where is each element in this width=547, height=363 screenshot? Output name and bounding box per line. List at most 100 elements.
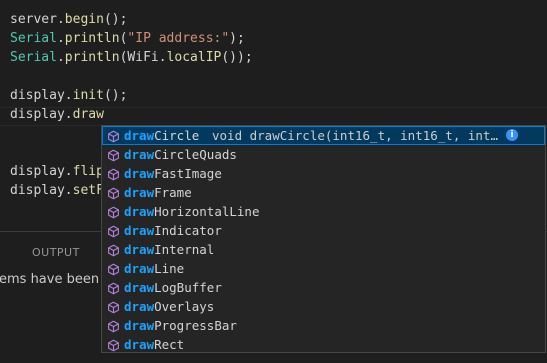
- suggestion-item[interactable]: drawInternal: [102, 240, 545, 259]
- suggestion-match: draw: [124, 185, 155, 200]
- suggestion-label: drawFrame: [124, 183, 192, 202]
- code-token: setF: [72, 183, 104, 198]
- suggestion-label: drawRect: [124, 335, 185, 352]
- suggestion-label: drawProgressBar: [124, 316, 237, 335]
- suggestion-match: draw: [124, 242, 155, 257]
- code-token: display: [10, 88, 65, 103]
- suggestion-item[interactable]: drawLine: [102, 259, 545, 278]
- code-token: .: [64, 107, 73, 122]
- code-line: display.flip: [10, 162, 104, 181]
- suggestion-label: drawLine: [124, 259, 184, 278]
- suggestion-rest: Circle: [154, 128, 200, 143]
- suggestion-match: draw: [124, 128, 155, 143]
- suggestion-label: drawCircle: [124, 126, 199, 145]
- code-token: display: [10, 107, 65, 122]
- suggestion-label: drawCircleQuads: [124, 145, 237, 164]
- method-icon: [107, 243, 120, 257]
- suggestion-item[interactable]: drawFastImage: [102, 164, 545, 183]
- method-icon: [107, 281, 120, 295]
- code-token: .: [64, 88, 73, 103]
- code-token: ();: [103, 12, 128, 27]
- method-icon: [107, 129, 120, 143]
- code-token: localIP: [166, 50, 222, 65]
- code-token: .: [56, 12, 65, 27]
- code-token: Serial: [10, 31, 57, 46]
- method-icon: [107, 205, 120, 219]
- tab-output[interactable]: OUTPUT: [32, 246, 80, 259]
- code-token: Serial: [10, 50, 57, 65]
- suggestion-label: drawInternal: [124, 240, 214, 259]
- suggestion-rest: Frame: [154, 185, 192, 200]
- suggestion-rest: Indicator: [154, 223, 222, 238]
- suggestion-label: drawLogBuffer: [124, 278, 222, 297]
- code-line: server.begin();: [10, 10, 127, 29]
- info-icon[interactable]: i: [506, 129, 518, 141]
- code-line: Serial.println(WiFi.localIP());: [10, 48, 253, 67]
- suggestion-widget[interactable]: drawCircle void drawCircle(int16_t, int16…: [101, 125, 546, 353]
- code-token: ());: [221, 50, 253, 65]
- code-token: .: [64, 164, 73, 179]
- method-icon: [107, 186, 120, 200]
- code-token: server: [10, 12, 57, 27]
- suggestion-label: drawFastImage: [124, 164, 222, 183]
- method-icon: [107, 224, 120, 238]
- code-token: .: [158, 50, 167, 65]
- method-icon: [107, 300, 120, 314]
- code-line: display.draw: [10, 105, 104, 124]
- suggestion-detail: void drawCircle(int16_t, int16_t, int…: [212, 128, 498, 143]
- code-token: .: [64, 183, 73, 198]
- suggestion-rest: Line: [154, 261, 185, 276]
- method-icon: [107, 167, 120, 181]
- suggestion-label: drawOverlays: [124, 297, 214, 316]
- code-token: draw: [72, 107, 104, 122]
- suggestion-item[interactable]: drawCircleQuads: [102, 145, 545, 164]
- suggestion-rest: Overlays: [154, 299, 215, 314]
- suggestion-item[interactable]: drawFrame: [102, 183, 545, 202]
- suggestion-item[interactable]: drawCircle void drawCircle(int16_t, int16…: [102, 126, 545, 145]
- suggestion-rest: CircleQuads: [154, 147, 237, 162]
- code-token: ();: [103, 88, 128, 103]
- code-token: display: [10, 164, 65, 179]
- suggestion-label: drawHorizontalLine: [124, 202, 259, 221]
- method-icon: [107, 262, 120, 276]
- code-token: WiFi: [127, 50, 159, 65]
- code-token: println: [64, 31, 120, 46]
- suggestion-rest: FastImage: [154, 166, 222, 181]
- code-token: display: [10, 183, 65, 198]
- code-token: );: [229, 31, 245, 46]
- suggestion-match: draw: [124, 318, 155, 333]
- suggestion-match: draw: [124, 280, 155, 295]
- code-token: init: [72, 88, 104, 103]
- suggestion-rest: LogBuffer: [154, 280, 222, 295]
- suggestion-label: drawIndicator: [124, 221, 222, 240]
- suggestion-match: draw: [124, 223, 155, 238]
- suggestion-item[interactable]: drawRect: [102, 335, 545, 352]
- suggestion-item[interactable]: drawHorizontalLine: [102, 202, 545, 221]
- suggestion-item[interactable]: drawOverlays: [102, 297, 545, 316]
- suggestion-match: draw: [124, 166, 155, 181]
- suggestion-rest: Internal: [154, 242, 215, 257]
- code-token: .: [56, 31, 65, 46]
- code-token: println: [64, 50, 120, 65]
- code-line: display.setF: [10, 181, 104, 200]
- code-line: Serial.println("IP address:");: [10, 29, 245, 48]
- suggestion-item[interactable]: drawIndicator: [102, 221, 545, 240]
- suggestion-match: draw: [124, 261, 155, 276]
- code-line: display.init();: [10, 86, 127, 105]
- method-icon: [107, 148, 120, 162]
- method-icon: [107, 319, 120, 333]
- code-token: begin: [64, 12, 104, 27]
- code-token: .: [56, 50, 65, 65]
- suggestion-match: draw: [124, 337, 155, 352]
- method-icon: [107, 338, 120, 352]
- suggestion-rest: HorizontalLine: [154, 204, 260, 219]
- suggestion-match: draw: [124, 299, 155, 314]
- suggestion-match: draw: [124, 204, 155, 219]
- suggestion-item[interactable]: drawLogBuffer: [102, 278, 545, 297]
- suggestion-rest: Rect: [154, 337, 185, 352]
- suggestion-match: draw: [124, 147, 155, 162]
- code-token: "IP address:": [127, 31, 230, 46]
- suggestion-rest: ProgressBar: [154, 318, 237, 333]
- code-token: flip: [72, 164, 104, 179]
- suggestion-item[interactable]: drawProgressBar: [102, 316, 545, 335]
